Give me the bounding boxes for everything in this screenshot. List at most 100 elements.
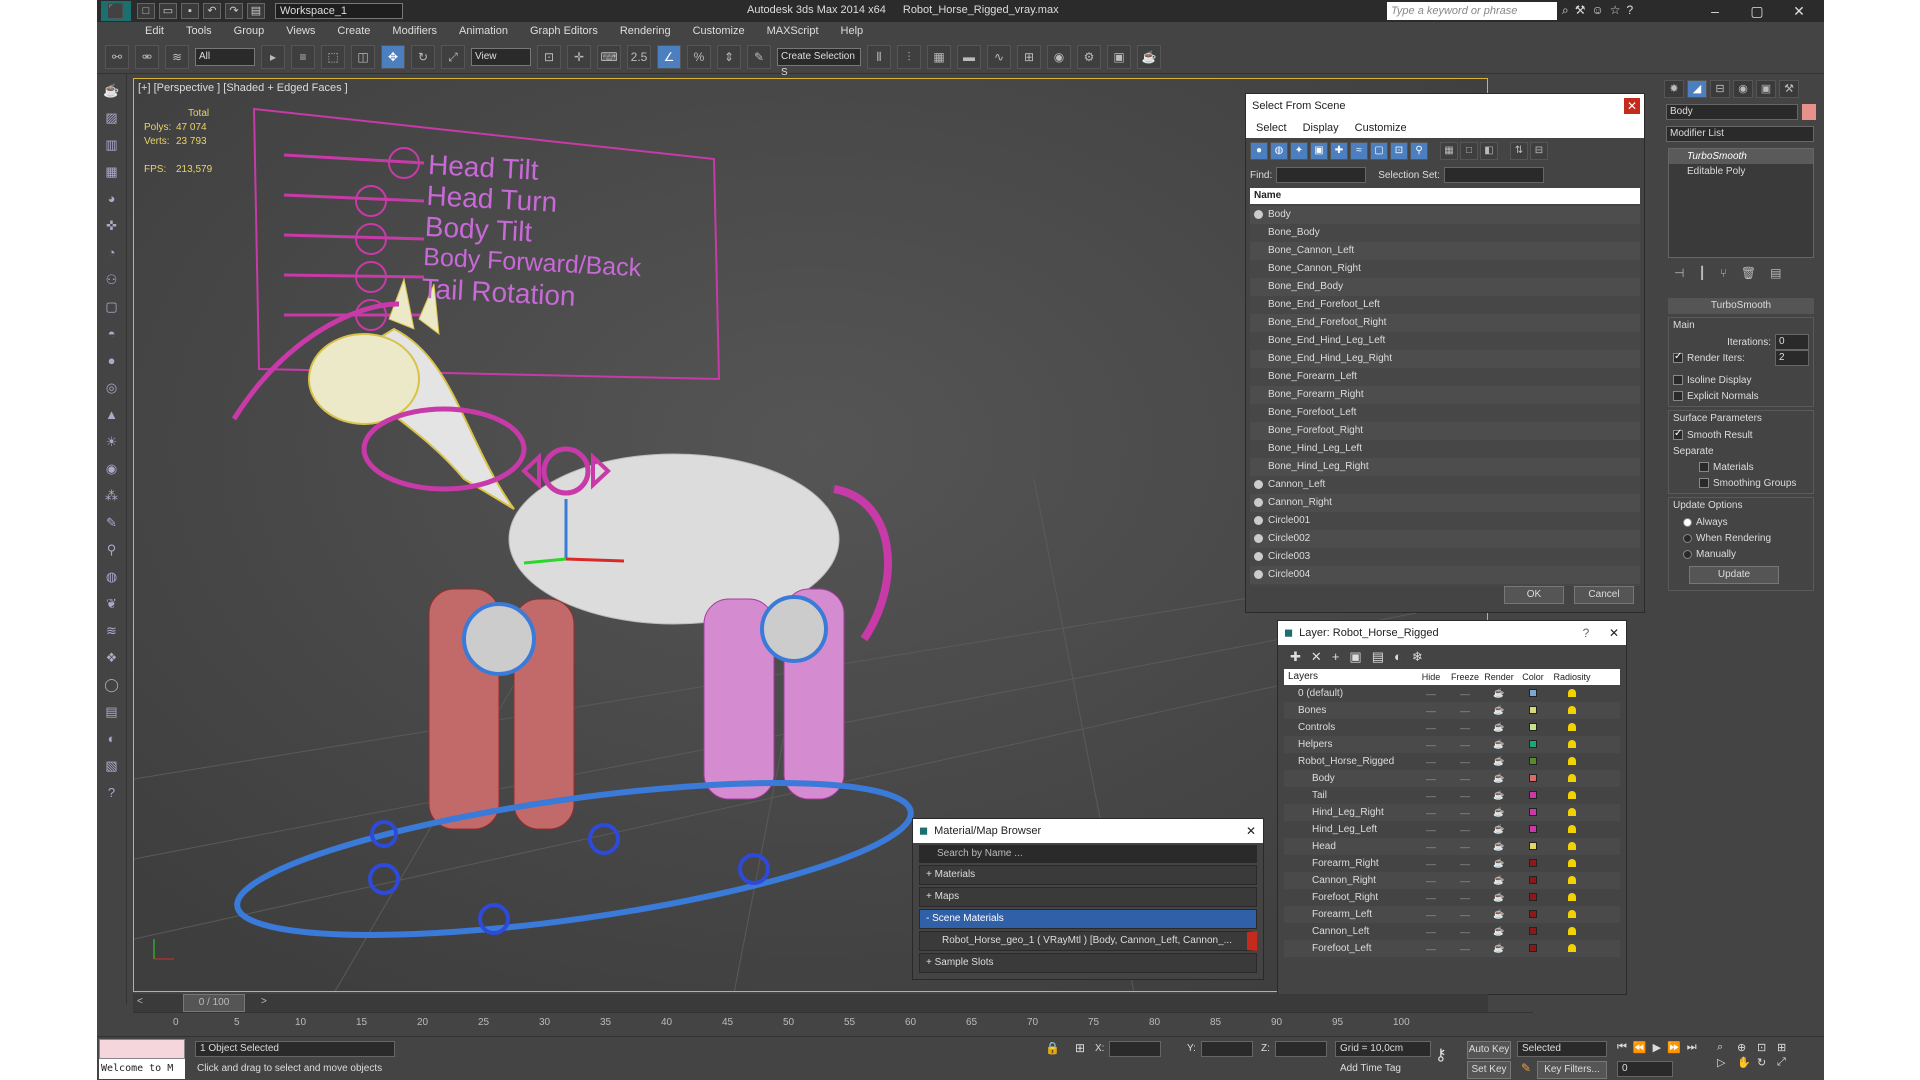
always-radio[interactable] <box>1683 517 1692 527</box>
curve-editor-icon[interactable]: ∿ <box>987 44 1011 69</box>
list-item[interactable]: Bone_End_Hind_Leg_Right <box>1250 350 1640 368</box>
layer-color-swatch[interactable] <box>1516 756 1550 767</box>
layer-color-swatch[interactable] <box>1516 807 1550 818</box>
pan-icon[interactable]: ✋ <box>1737 1056 1755 1069</box>
menu-graph-editors[interactable]: Graph Editors <box>530 25 598 37</box>
layer-color-swatch[interactable] <box>1516 875 1550 886</box>
layer-render-icon[interactable]: ☕ <box>1482 807 1516 818</box>
layer-color-swatch[interactable] <box>1516 841 1550 852</box>
set-key-pencil-icon[interactable]: ✎ <box>1521 1061 1531 1075</box>
auto-key-button[interactable]: Auto Key <box>1467 1041 1511 1059</box>
menu-animation[interactable]: Animation <box>459 25 508 37</box>
layer-freeze-toggle[interactable]: –– <box>1448 910 1482 920</box>
column-hide[interactable]: Hide <box>1414 669 1448 685</box>
star-icon[interactable]: ☆ <box>1610 3 1621 18</box>
object-name-input[interactable]: Body <box>1666 104 1798 120</box>
maximize-icon[interactable]: ▢ <box>1736 0 1778 22</box>
menu-edit[interactable]: Edit <box>145 25 164 37</box>
app-logo-icon[interactable]: ⬛ <box>101 1 131 21</box>
z-coordinate-input[interactable] <box>1275 1041 1327 1057</box>
layer-row[interactable]: Hind_Leg_Left –– –– ☕ <box>1284 821 1620 838</box>
select-all-icon[interactable]: ▦ <box>1440 142 1458 160</box>
layer-radiosity-icon[interactable] <box>1550 824 1594 835</box>
sample-slots-group[interactable]: + Sample Slots <box>919 953 1257 973</box>
link-icon[interactable]: ⚯ <box>105 44 129 69</box>
layer-hide-toggle[interactable]: –– <box>1414 927 1448 937</box>
list-item[interactable]: Circle004 <box>1250 566 1640 584</box>
layer-hide-toggle[interactable]: –– <box>1414 842 1448 852</box>
cancel-button[interactable]: Cancel <box>1574 586 1634 604</box>
layer-render-icon[interactable]: ☕ <box>1482 841 1516 852</box>
previous-frame-icon[interactable]: ⏪ <box>1633 1041 1647 1054</box>
list-item[interactable]: Bone_Body <box>1250 224 1640 242</box>
layer-radiosity-icon[interactable] <box>1550 688 1594 699</box>
list-item[interactable]: Body <box>1250 206 1640 224</box>
list-item[interactable]: Bone_End_Body <box>1250 278 1640 296</box>
menu-rendering[interactable]: Rendering <box>620 25 671 37</box>
filter-cameras-icon[interactable]: ▣ <box>1310 142 1328 160</box>
layer-row[interactable]: Forearm_Left –– –– ☕ <box>1284 906 1620 923</box>
layer-row[interactable]: Forefoot_Right –– –– ☕ <box>1284 889 1620 906</box>
list-item[interactable]: Bone_End_Forefoot_Left <box>1250 296 1640 314</box>
menu-modifiers[interactable]: Modifiers <box>392 25 437 37</box>
selection-set-dropdown[interactable] <box>1443 167 1544 183</box>
edit-named-selection-icon[interactable]: ✎ <box>747 44 771 69</box>
next-frame-icon[interactable]: ⏩ <box>1667 1041 1681 1054</box>
snap-toggle-icon[interactable]: 2.5 <box>627 44 651 69</box>
zoom-icon[interactable]: ⌕ <box>1717 1041 1735 1054</box>
viewport-label[interactable]: [+] [Perspective ] [Shaded + Edged Faces… <box>138 82 348 94</box>
select-rotate-icon[interactable]: ↻ <box>411 44 435 69</box>
create-tab-icon[interactable]: ✸ <box>1664 80 1684 98</box>
layer-hide-toggle[interactable]: –– <box>1414 893 1448 903</box>
table-icon[interactable]: ▦ <box>102 163 122 181</box>
list-item[interactable]: Bone_Cannon_Left <box>1250 242 1640 260</box>
list-item[interactable]: Bone_Forearm_Right <box>1250 386 1640 404</box>
layer-render-icon[interactable]: ☕ <box>1482 943 1516 954</box>
hair-icon[interactable]: ≋ <box>102 622 122 640</box>
hemisphere-icon[interactable]: ◓ <box>102 325 122 343</box>
layer-row[interactable]: 0 (default) –– –– ☕ <box>1284 685 1620 702</box>
layer-row[interactable]: Head –– –– ☕ <box>1284 838 1620 855</box>
key-mode-dropdown[interactable]: Selected <box>1517 1041 1607 1057</box>
layer-hide-toggle[interactable]: –– <box>1414 791 1448 801</box>
column-radiosity[interactable]: Radiosity <box>1550 669 1594 685</box>
time-slider-next-icon[interactable]: > <box>261 996 267 1007</box>
layer-render-icon[interactable]: ☕ <box>1482 858 1516 869</box>
layer-hide-toggle[interactable]: –– <box>1414 740 1448 750</box>
select-layer-icon[interactable]: ▣ <box>1349 649 1361 665</box>
iterations-spinner[interactable]: 0 <box>1775 334 1809 350</box>
column-color[interactable]: Color <box>1516 669 1550 685</box>
layer-color-swatch[interactable] <box>1516 926 1550 937</box>
set-key-button[interactable]: Set Key <box>1467 1061 1511 1079</box>
sun-icon[interactable]: ☀ <box>102 433 122 451</box>
sphere-icon[interactable]: ● <box>102 352 122 370</box>
reference-coordinate-dropdown[interactable]: View <box>471 47 531 66</box>
window-crossing-icon[interactable]: ◫ <box>351 44 375 69</box>
layer-row[interactable]: Helpers –– –– ☕ <box>1284 736 1620 753</box>
named-selection-dropdown[interactable]: Create Selection S <box>777 47 861 78</box>
layer-render-icon[interactable]: ☕ <box>1482 926 1516 937</box>
pivot-center-icon[interactable]: ⊡ <box>537 44 561 69</box>
particles-icon[interactable]: ⁂ <box>102 487 122 505</box>
layer-color-swatch[interactable] <box>1516 943 1550 954</box>
layer-render-icon[interactable]: ☕ <box>1482 705 1516 716</box>
layer-color-swatch[interactable] <box>1516 773 1550 784</box>
smooth-result-checkbox[interactable] <box>1673 428 1683 440</box>
layer-freeze-toggle[interactable]: –– <box>1448 757 1482 767</box>
layer-color-swatch[interactable] <box>1516 909 1550 920</box>
layer-radiosity-icon[interactable] <box>1550 807 1594 818</box>
layer-radiosity-icon[interactable] <box>1550 909 1594 920</box>
layer-radiosity-icon[interactable] <box>1550 722 1594 733</box>
filter-shapes-icon[interactable]: ◍ <box>1270 142 1288 160</box>
menu-display[interactable]: Display <box>1303 122 1339 134</box>
list-item[interactable]: Bone_End_Hind_Leg_Left <box>1250 332 1640 350</box>
play-icon[interactable]: ▶ <box>1653 1041 1661 1054</box>
tools-icon[interactable]: ⚒ <box>1575 3 1586 18</box>
list-item[interactable]: Cannon_Left <box>1250 476 1640 494</box>
menu-maxscript[interactable]: MAXScript <box>767 25 819 37</box>
filter-geometry-icon[interactable]: ● <box>1250 142 1268 160</box>
film-icon[interactable]: ▥ <box>102 136 122 154</box>
layer-color-swatch[interactable] <box>1516 722 1550 733</box>
track-bar[interactable]: 0 5 10 15 20 25 30 35 40 45 50 55 60 65 70 75 80 85 90 95 10… <box>133 1012 1533 1034</box>
select-by-name-icon[interactable]: ≡ <box>291 44 315 69</box>
